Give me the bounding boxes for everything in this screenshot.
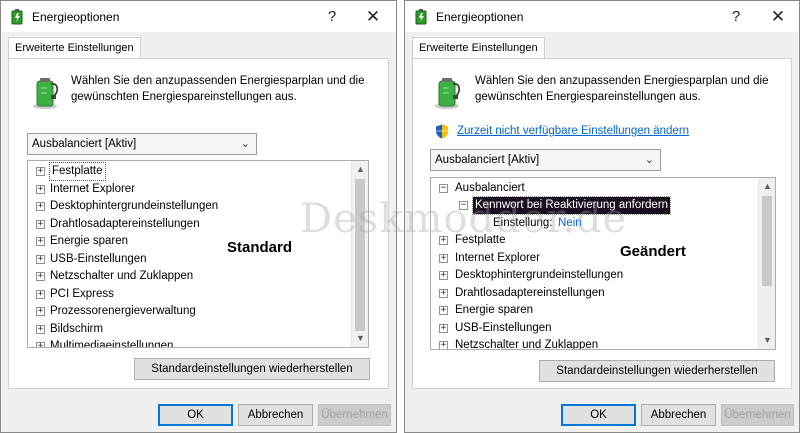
tree-label: USB-Einstellungen (455, 321, 552, 334)
scroll-down-arrow-icon[interactable]: ▼ (759, 332, 775, 349)
tree-label: Multimediaeinstellungen (50, 340, 174, 348)
tree-label: Festplatte (49, 162, 106, 181)
tab-advanced-settings[interactable]: Erweiterte Einstellungen (8, 37, 141, 59)
plus-expander-icon[interactable]: + (36, 254, 45, 264)
plus-expander-icon[interactable]: + (36, 272, 45, 281)
plus-expander-icon[interactable]: + (36, 167, 45, 176)
power-options-icon (11, 9, 23, 25)
plus-expander-icon[interactable]: + (439, 341, 448, 349)
tree-label: Ausbalanciert (455, 182, 525, 194)
plus-expander-icon[interactable]: + (439, 306, 448, 315)
cancel-button[interactable]: Abbrechen (641, 404, 716, 426)
battery-power-icon (435, 78, 461, 109)
tree-label: USB-Einstellungen (50, 252, 147, 265)
help-button[interactable]: ? (318, 6, 346, 28)
tree-label: Energie sparen (50, 235, 128, 247)
power-plan-select[interactable]: Ausbalanciert [Aktiv] ⌄ (430, 149, 661, 171)
scrollbar-thumb[interactable] (762, 196, 772, 286)
plus-expander-icon[interactable]: + (36, 289, 45, 299)
vertical-scrollbar[interactable]: ▲ ▼ (758, 178, 775, 349)
tree-label: Netzschalter und Zuklappen (455, 339, 599, 350)
help-button[interactable]: ? (722, 6, 750, 28)
ok-button[interactable]: OK (158, 404, 233, 426)
window-title: Energieoptionen (32, 10, 120, 24)
power-plan-select-value: Ausbalanciert [Aktiv] (435, 154, 540, 166)
settings-tree[interactable]: + Festplatte + Internet Explorer + Desktophin… (27, 160, 369, 348)
chevron-down-icon: ⌄ (240, 138, 250, 150)
battery-power-icon (33, 78, 59, 109)
plus-expander-icon[interactable]: + (439, 253, 448, 263)
cancel-button[interactable]: Abbrechen (238, 404, 313, 426)
tree-label: Drahtlosadaptereinstellungen (50, 217, 200, 230)
plus-expander-icon[interactable]: + (36, 202, 45, 211)
title-bar: Energieoptionen ? ✕ (1, 1, 396, 32)
plus-expander-icon[interactable]: + (36, 342, 45, 347)
plus-expander-icon[interactable]: + (36, 324, 45, 334)
intro-text-line1: Wählen Sie den anzupassenden Energiespar… (71, 75, 365, 87)
close-button[interactable]: ✕ (357, 6, 389, 28)
scroll-up-arrow-icon[interactable]: ▲ (759, 178, 775, 195)
chevron-down-icon: ⌄ (644, 154, 654, 166)
intro-text-line2: gewünschten Energiespareinstellungen aus… (71, 91, 297, 103)
tree-label: Internet Explorer (50, 182, 136, 195)
watermark-text: Deskmodder.de (300, 196, 628, 242)
tree-label: Desktophintergrundeinstellungen (455, 269, 624, 281)
plus-expander-icon[interactable]: + (439, 288, 448, 298)
power-plan-select[interactable]: Ausbalanciert [Aktiv] ⌄ (27, 133, 257, 155)
plus-expander-icon[interactable]: + (36, 184, 45, 194)
intro-text-line2: gewünschten Energiespareinstellungen aus… (475, 91, 701, 103)
change-unavailable-settings-link[interactable]: Zurzeit nicht verfügbare Einstellungen ä… (457, 125, 689, 137)
tree-label: Drahtlosadaptereinstellungen (455, 286, 605, 299)
minus-expander-icon[interactable]: − (439, 184, 448, 193)
power-options-icon (415, 9, 427, 25)
plus-expander-icon[interactable]: + (439, 323, 448, 333)
caption-label: Geändert (620, 243, 686, 260)
tab-advanced-settings[interactable]: Erweiterte Einstellungen (412, 37, 545, 59)
tree-label: Bildschirm (50, 322, 104, 335)
scroll-up-arrow-icon[interactable]: ▲ (352, 161, 368, 178)
tree-label: Energie sparen (455, 304, 533, 316)
close-button[interactable]: ✕ (762, 6, 794, 28)
scroll-down-arrow-icon[interactable]: ▼ (352, 330, 368, 347)
uac-shield-icon (436, 124, 448, 139)
plus-expander-icon[interactable]: + (36, 219, 45, 229)
restore-defaults-button[interactable]: Standardeinstellungen wiederherstellen (539, 360, 775, 382)
caption-label: Standard (227, 239, 293, 256)
apply-button: Übernehmen (721, 404, 794, 426)
power-plan-select-value: Ausbalanciert [Aktiv] (32, 138, 137, 150)
restore-defaults-button[interactable]: Standardeinstellungen wiederherstellen (134, 358, 370, 380)
title-bar: Energieoptionen ? ✕ (405, 1, 799, 32)
tree-label: Internet Explorer (455, 251, 541, 264)
ok-button[interactable]: OK (561, 404, 636, 426)
tree-label: PCI Express (50, 287, 114, 300)
intro-text-line1: Wählen Sie den anzupassenden Energiespar… (475, 75, 769, 87)
plus-expander-icon[interactable]: + (439, 271, 448, 280)
plus-expander-icon[interactable]: + (36, 237, 45, 246)
plus-expander-icon[interactable]: + (36, 307, 45, 316)
tree-label: Netzschalter und Zuklappen (50, 270, 194, 282)
window-title: Energieoptionen (436, 10, 524, 24)
apply-button: Übernehmen (318, 404, 391, 426)
tree-label: Desktophintergrundeinstellungen (50, 200, 219, 212)
vertical-scrollbar[interactable]: ▲ ▼ (351, 161, 368, 347)
tree-label: Prozessorenergieverwaltung (50, 305, 196, 317)
